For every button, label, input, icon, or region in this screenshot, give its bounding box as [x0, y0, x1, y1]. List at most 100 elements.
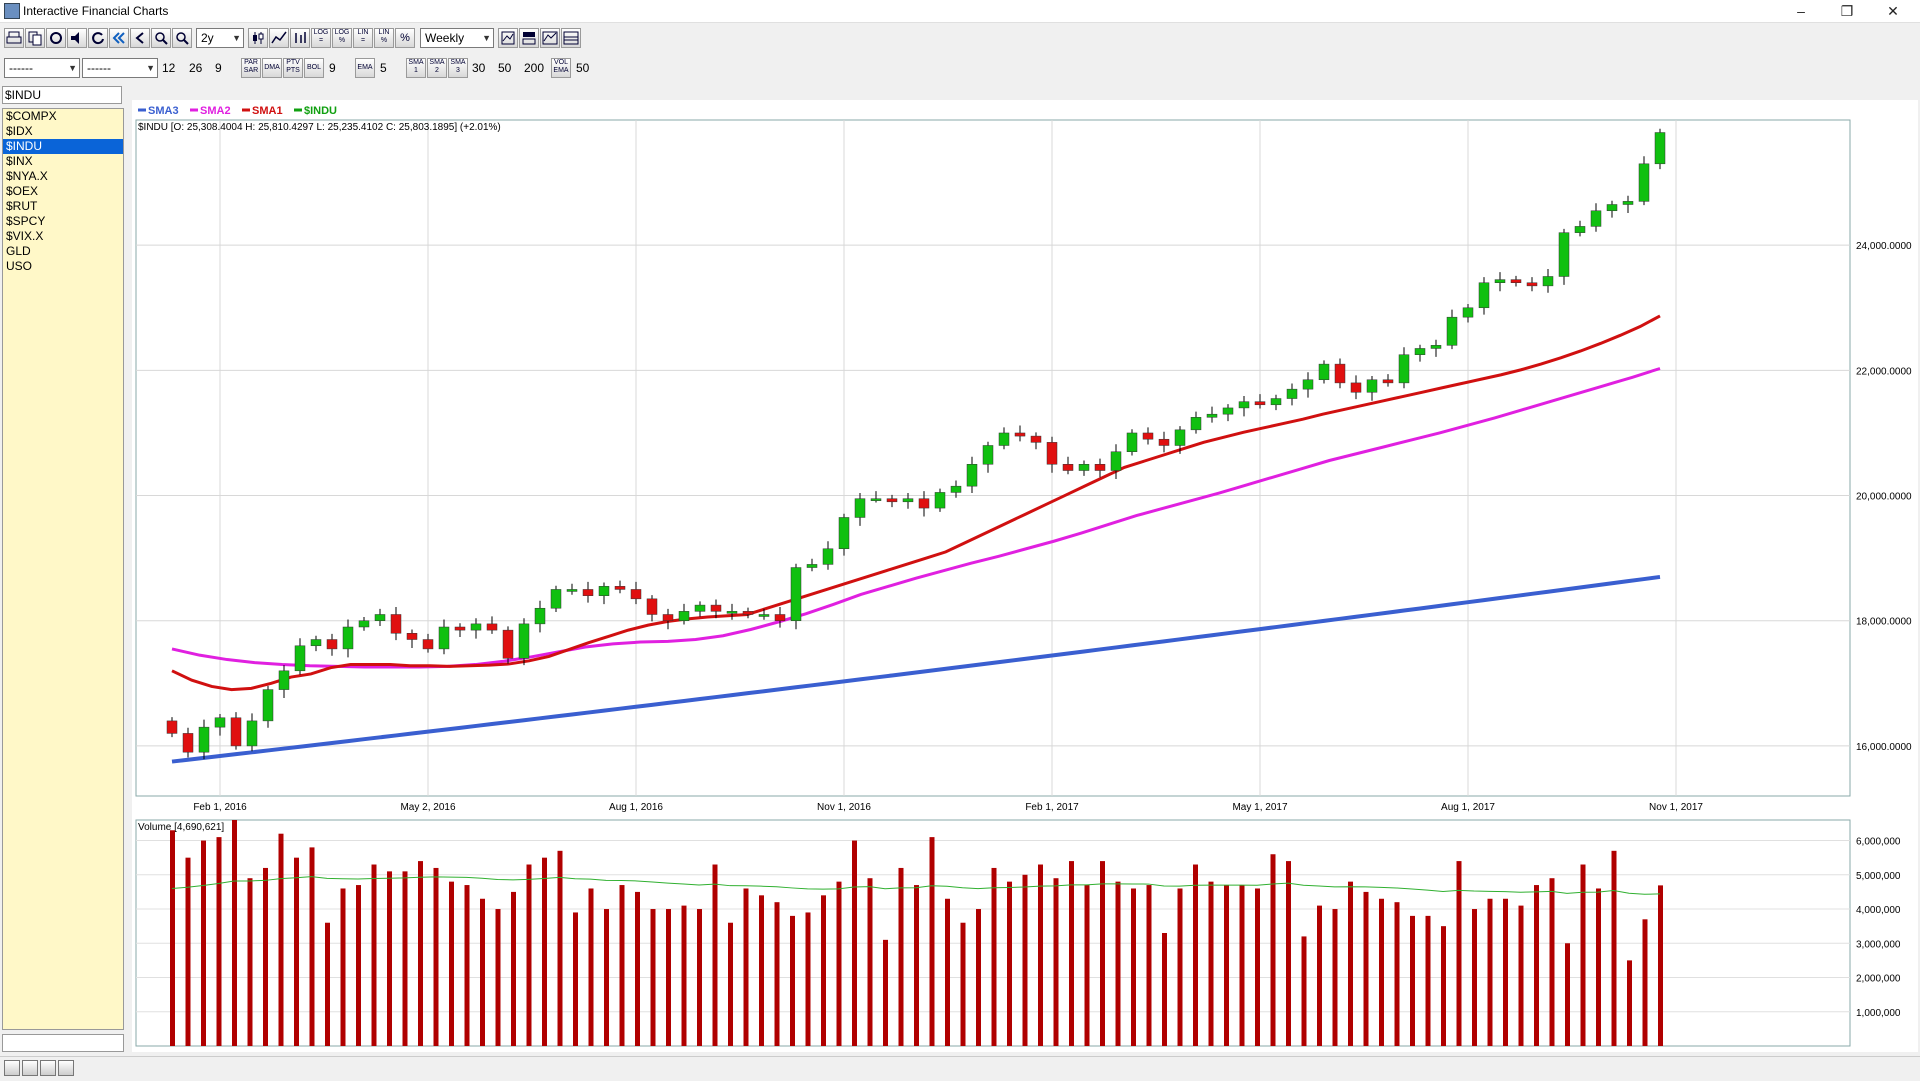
- volume-bar: [991, 867, 997, 1046]
- open-icon[interactable]: [4, 1060, 20, 1076]
- candle-up: [838, 517, 850, 550]
- indicators-icon[interactable]: [519, 28, 539, 48]
- volume-bar: [898, 867, 904, 1046]
- price-chart[interactable]: SMA3 SMA2 SMA1 $INDU 24,000.0000 22,000.0000 2…: [132, 100, 1918, 1052]
- zoom-out-icon[interactable]: [172, 28, 192, 48]
- volume-bar: [681, 905, 687, 1046]
- percent-button[interactable]: %: [395, 28, 415, 48]
- log-scale-button[interactable]: LOG =: [311, 28, 331, 48]
- period-select[interactable]: 2y ▼: [196, 28, 244, 48]
- candle-up: [1430, 345, 1442, 349]
- candle-up: [934, 492, 946, 509]
- candle-up: [1206, 413, 1218, 418]
- sma2-button[interactable]: SMA 2: [427, 58, 447, 78]
- candle-up: [1462, 307, 1474, 318]
- symbol-list-item[interactable]: $RUT: [3, 199, 123, 214]
- candlestick-icon[interactable]: [248, 28, 268, 48]
- indicator-select-2[interactable]: ------ ▼: [82, 58, 158, 78]
- date-axis-label: May 2, 2016: [400, 802, 455, 813]
- candle-down: [710, 604, 722, 612]
- vol-ema-value[interactable]: 50: [576, 61, 589, 75]
- dma-button[interactable]: DMA: [262, 58, 282, 78]
- compare-icon[interactable]: [540, 28, 560, 48]
- volume-bar: [185, 857, 191, 1046]
- ema-value[interactable]: 5: [380, 61, 387, 75]
- sma1-value[interactable]: 30: [472, 61, 485, 75]
- print-preview-icon[interactable]: [40, 1060, 56, 1076]
- sma2-value[interactable]: 50: [498, 61, 511, 75]
- symbol-list-item[interactable]: $OEX: [3, 184, 123, 199]
- layout-icon[interactable]: [561, 28, 581, 48]
- candle-down: [454, 626, 466, 631]
- candle-up: [950, 485, 962, 493]
- volume-bar: [697, 909, 702, 1046]
- candle-up: [726, 611, 738, 614]
- log-scale-pct-button[interactable]: LOG%: [332, 28, 352, 48]
- candle-down: [1014, 432, 1026, 437]
- symbol-input[interactable]: $INDU: [2, 86, 122, 104]
- sma3-button[interactable]: SMA 3: [448, 58, 468, 78]
- macd-fast-value[interactable]: 12: [162, 61, 175, 75]
- symbol-list-item[interactable]: $NYA.X: [3, 169, 123, 184]
- lin-scale-pct-button[interactable]: LIN%: [374, 28, 394, 48]
- symbol-list-item[interactable]: $SPCY: [3, 214, 123, 229]
- export-icon[interactable]: [58, 1060, 74, 1076]
- sma1-button[interactable]: SMA 1: [406, 58, 426, 78]
- candle-up: [598, 586, 610, 596]
- copy-icon[interactable]: [25, 28, 45, 48]
- candle-up: [278, 670, 290, 690]
- scroll-left-icon[interactable]: [130, 28, 150, 48]
- candle-up: [310, 639, 322, 647]
- line-chart-icon[interactable]: [269, 28, 289, 48]
- bar-chart-icon[interactable]: [290, 28, 310, 48]
- macd-slow-value[interactable]: 26: [189, 61, 202, 75]
- bollinger-value[interactable]: 9: [329, 61, 336, 75]
- volume-bar: [201, 840, 206, 1046]
- candle-up: [1222, 407, 1234, 415]
- interval-select[interactable]: Weekly ▼: [420, 28, 494, 48]
- sound-icon[interactable]: [67, 28, 87, 48]
- macd-signal-value[interactable]: 9: [215, 61, 222, 75]
- save-icon[interactable]: [22, 1060, 38, 1076]
- minimize-button[interactable]: –: [1778, 0, 1824, 22]
- indicator-select-1[interactable]: ------ ▼: [4, 58, 80, 78]
- volume-bar: [1627, 960, 1632, 1046]
- chart-settings-icon[interactable]: [498, 28, 518, 48]
- symbol-list-item[interactable]: $INDU: [3, 139, 123, 154]
- sma3-value[interactable]: 200: [524, 61, 544, 75]
- candle-up: [1190, 417, 1202, 431]
- candle-up: [998, 432, 1010, 446]
- symbol-list-item[interactable]: GLD: [3, 244, 123, 259]
- symbol-list-item[interactable]: $IDX: [3, 124, 123, 139]
- lin-scale-button[interactable]: LIN =: [353, 28, 373, 48]
- rewind-icon[interactable]: [109, 28, 129, 48]
- zoom-in-icon[interactable]: [151, 28, 171, 48]
- candle-down: [1254, 401, 1266, 406]
- symbol-list-item[interactable]: $COMPX: [3, 109, 123, 124]
- symbol-search-input[interactable]: [2, 1034, 124, 1052]
- bollinger-button[interactable]: BOL: [304, 58, 324, 78]
- ptv-pts-button[interactable]: PTV PTS: [283, 58, 303, 78]
- symbol-list-item[interactable]: $VIX.X: [3, 229, 123, 244]
- volume-axis-label: 6,000,000: [1856, 837, 1901, 848]
- maximize-button[interactable]: ❐: [1824, 0, 1870, 22]
- symbol-list-item[interactable]: USO: [3, 259, 123, 274]
- par-sar-button[interactable]: PAR SAR: [241, 58, 261, 78]
- candle-up: [1414, 348, 1426, 355]
- volume-bar: [1084, 885, 1090, 1046]
- candle-up: [966, 464, 978, 487]
- volume-bar: [433, 867, 439, 1046]
- volume-bar: [1224, 885, 1229, 1046]
- vol-ema-button[interactable]: VOL EMA: [551, 58, 571, 78]
- volume-bar: [402, 871, 408, 1046]
- refresh-icon[interactable]: [88, 28, 108, 48]
- ema-button[interactable]: EMA: [355, 58, 375, 78]
- symbol-list-item[interactable]: $INX: [3, 154, 123, 169]
- print-icon[interactable]: [4, 28, 24, 48]
- chart-area[interactable]: SMA3 SMA2 SMA1 $INDU 24,000.0000 22,000.0000 2…: [132, 100, 1918, 1052]
- volume-bar: [1069, 861, 1074, 1046]
- close-button[interactable]: ✕: [1870, 0, 1916, 22]
- symbol-panel: $INDU $COMPX $IDX $INDU $INX $NYA.X $OEX $RUT $…: [0, 84, 126, 1054]
- volume-bar: [1410, 915, 1415, 1046]
- settings-icon[interactable]: [46, 28, 66, 48]
